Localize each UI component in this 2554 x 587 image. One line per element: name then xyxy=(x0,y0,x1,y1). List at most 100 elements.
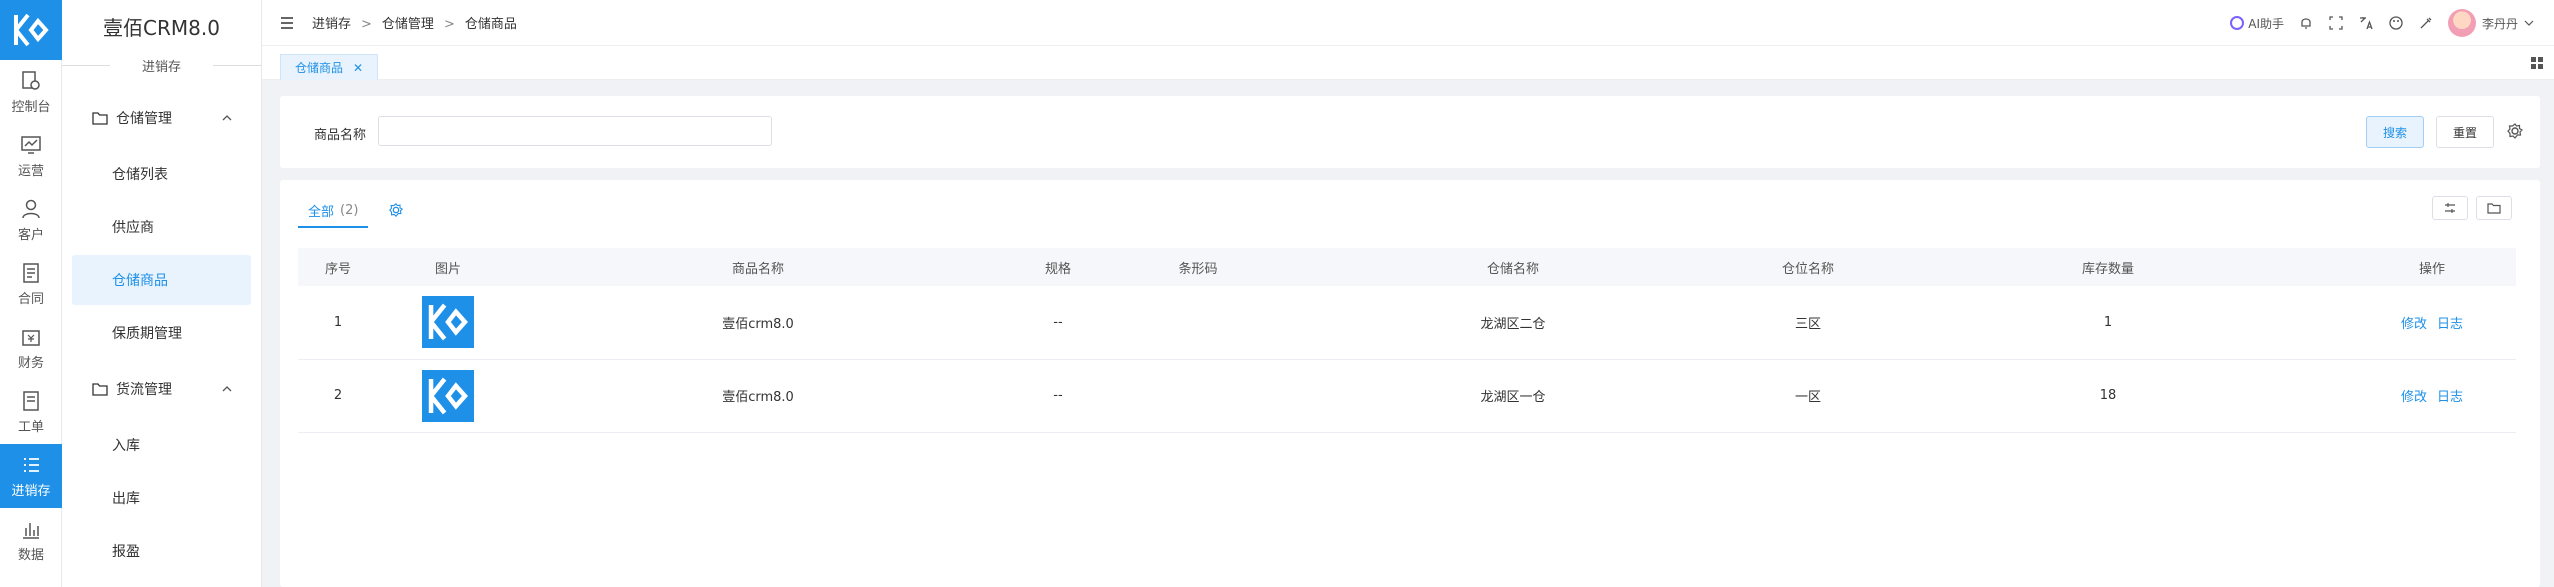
chevron-down-icon xyxy=(2524,20,2534,26)
menu-section-title: 进销存 xyxy=(62,52,261,78)
table-row: 1 壹佰crm8.0 -- 龙湖区二仓 三区 1 修改 日志 xyxy=(298,286,2516,359)
menu-group-warehouse[interactable]: 仓储管理 xyxy=(62,90,261,146)
rail-label: 客户 xyxy=(17,227,44,243)
rail-label: 进销存 xyxy=(11,483,51,499)
dashboard-icon xyxy=(22,70,40,90)
log-link[interactable]: 日志 xyxy=(2437,317,2463,332)
cell-index: 2 xyxy=(333,388,343,403)
table-header-row: 序号 图片 商品名称 规格 条形码 仓储名称 仓位名称 库存数量 操作 xyxy=(298,248,2516,286)
rail-label: 控制台 xyxy=(11,99,51,115)
menu-item-stock-out[interactable]: 出库 xyxy=(72,473,251,523)
list-panel: 全部 (2) 序号 图片 商品名称 规格 条形码 仓储名称 仓位名称 库存数量 … xyxy=(280,180,2540,587)
product-name-input[interactable] xyxy=(378,116,772,146)
logo-icon xyxy=(428,377,468,414)
breadcrumb-item[interactable]: 仓储管理 xyxy=(382,17,434,32)
rail-label: 财务 xyxy=(17,355,44,371)
app-title: 壹佰CRM8.0 xyxy=(103,15,220,40)
top-right-tools: AI助手 李丹丹 xyxy=(2229,0,2534,46)
search-button[interactable]: 搜索 xyxy=(2366,116,2425,148)
hamburger-icon[interactable] xyxy=(280,16,294,29)
logo-icon xyxy=(428,303,468,341)
cell-slot: 一区 xyxy=(1794,390,1821,405)
column-header: 规格 xyxy=(1044,261,1071,277)
cell-warehouse: 龙湖区一仓 xyxy=(1480,390,1546,405)
rail-label: 运营 xyxy=(17,163,44,179)
cell-actions: 修改 日志 xyxy=(2348,286,2516,359)
column-header: 图片 xyxy=(434,261,461,277)
rail-label: 数据 xyxy=(17,547,44,563)
goods-table: 序号 图片 商品名称 规格 条形码 仓储名称 仓位名称 库存数量 操作 1 壹佰… xyxy=(298,248,2516,433)
brush-icon[interactable] xyxy=(2418,15,2434,31)
rail-item-operation[interactable]: 运营 xyxy=(0,124,62,188)
breadcrumb-item: 仓储商品 xyxy=(464,17,517,32)
column-header: 仓位名称 xyxy=(1781,261,1834,277)
filter-sliders-icon xyxy=(2445,203,2455,213)
cell-actions: 修改 日志 xyxy=(2348,359,2516,432)
edit-link[interactable]: 修改 xyxy=(2401,317,2427,332)
chart-icon xyxy=(21,135,41,154)
tab-all[interactable]: 全部 (2) xyxy=(298,194,369,228)
tab-warehouse-goods[interactable]: 仓储商品 ✕ xyxy=(280,54,379,80)
bell-icon[interactable] xyxy=(2298,15,2314,31)
table-row: 2 壹佰crm8.0 -- 龙湖区一仓 一区 18 修改 日志 xyxy=(298,359,2516,432)
menu-item-stock-in[interactable]: 入库 xyxy=(72,420,251,470)
contract-icon xyxy=(23,262,39,283)
logo-icon xyxy=(14,13,49,47)
cell-spec: -- xyxy=(1053,314,1063,330)
rail-item-customer[interactable]: 客户 xyxy=(0,188,62,252)
menu-item-supplier[interactable]: 供应商 xyxy=(72,202,251,252)
edit-link[interactable]: 修改 xyxy=(2401,390,2427,405)
cell-spec: -- xyxy=(1053,388,1063,403)
translate-icon[interactable] xyxy=(2358,15,2374,31)
grid-icon[interactable] xyxy=(2530,56,2544,70)
bar-chart-icon xyxy=(23,522,39,539)
app-logo[interactable] xyxy=(0,0,62,60)
ai-assistant-button[interactable]: AI助手 xyxy=(2229,15,2284,32)
tab-settings-icon[interactable] xyxy=(388,202,404,218)
product-thumbnail[interactable] xyxy=(422,369,474,422)
cell-quantity: 1 xyxy=(2103,314,2113,330)
tab-bar: 仓储商品 ✕ xyxy=(262,46,2554,80)
close-icon[interactable]: ✕ xyxy=(353,61,363,75)
rail-item-ticket[interactable]: 工单 xyxy=(0,380,62,444)
menu-item-warehouse-list[interactable]: 仓储列表 xyxy=(72,149,251,199)
tab-all-label: 全部 xyxy=(308,204,335,220)
menu-item-warehouse-goods[interactable]: 仓储商品 xyxy=(72,255,251,305)
rail-item-inventory[interactable]: 进销存 xyxy=(0,444,62,508)
cell-barcode xyxy=(1118,286,1278,359)
cell-slot: 三区 xyxy=(1794,316,1821,332)
ai-icon xyxy=(2230,16,2245,30)
menu-item-surplus[interactable]: 报盈 xyxy=(72,526,251,576)
breadcrumb-item[interactable]: 进销存 xyxy=(312,17,351,32)
user-menu[interactable]: 李丹丹 xyxy=(2447,9,2534,37)
rail-label: 工单 xyxy=(17,419,44,435)
folder-button[interactable] xyxy=(2476,196,2512,220)
log-link[interactable]: 日志 xyxy=(2437,390,2463,405)
cell-barcode xyxy=(1118,359,1278,432)
tab-all-count: (2) xyxy=(340,202,359,218)
wallet-icon xyxy=(22,329,40,346)
column-header: 操作 xyxy=(2418,261,2445,277)
reset-button[interactable]: 重置 xyxy=(2436,116,2495,148)
rail-item-data[interactable]: 数据 xyxy=(0,508,62,572)
cell-image xyxy=(378,359,518,432)
product-thumbnail[interactable] xyxy=(422,296,474,349)
column-header: 条形码 xyxy=(1178,261,1218,277)
settings-icon[interactable] xyxy=(2506,122,2524,140)
column-header: 库存数量 xyxy=(2081,261,2134,277)
filter-button[interactable] xyxy=(2432,196,2468,220)
menu-group-logistics[interactable]: 货流管理 xyxy=(62,361,261,417)
cell-product-name: 壹佰crm8.0 xyxy=(722,390,794,405)
theme-palette-icon[interactable] xyxy=(2388,15,2404,31)
avatar xyxy=(2447,9,2476,37)
fullscreen-icon[interactable] xyxy=(2328,15,2344,31)
folder-icon xyxy=(92,383,108,396)
menu-item-shelf-life[interactable]: 保质期管理 xyxy=(72,308,251,358)
cell-image xyxy=(378,286,518,359)
tab-label: 仓储商品 xyxy=(295,61,344,75)
folder-icon xyxy=(92,112,108,125)
rail-item-dashboard[interactable]: 控制台 xyxy=(0,60,62,124)
rail-item-finance[interactable]: 财务 xyxy=(0,316,62,380)
rail-item-contract[interactable]: 合同 xyxy=(0,252,62,316)
cell-index: 1 xyxy=(333,314,343,330)
